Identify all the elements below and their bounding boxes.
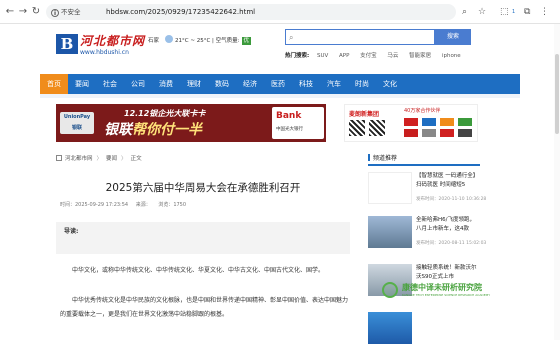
thumbnail <box>368 216 412 248</box>
search-input[interactable]: ⌕ <box>285 29 435 45</box>
forward-icon[interactable]: → <box>17 6 29 18</box>
hot-keyword[interactable]: 马云 <box>387 53 398 59</box>
nav-item[interactable]: 时尚 <box>348 74 376 94</box>
scrollbar-thumb[interactable] <box>555 54 559 134</box>
hot-keyword[interactable]: iphone <box>442 53 461 59</box>
breadcrumb-section[interactable]: 要闻 <box>106 156 117 162</box>
lead-box: 导读: <box>56 222 350 254</box>
qr-code-icon <box>369 120 385 136</box>
article-paragraph: 中华文化，或称中华传统文化、中华传统文化、华夏文化、中华古文化、中国古代文化、国… <box>72 267 325 274</box>
scrollbar[interactable] <box>554 24 560 340</box>
watermark-logo-icon <box>382 282 398 298</box>
browser-toolbar: ← → ↻ i 不安全 hbdsw.com/2025/0929/172354226… <box>0 0 560 24</box>
banner-headline: 12.12银企光大联卡卡 <box>124 109 206 118</box>
search-icon[interactable]: ⌕ <box>462 6 467 18</box>
article-title: 2025第六届中华周易大会在承德胜利召开 <box>105 182 301 194</box>
nav-item[interactable]: 汽车 <box>320 74 348 94</box>
breadcrumb-current: 正文 <box>130 156 142 162</box>
search-icon: ⌕ <box>289 33 294 42</box>
article-meta: 时间：2025-09-29 17:23:54 来源： 浏览：1750 <box>60 200 340 210</box>
partner-logo <box>440 118 454 126</box>
nav-item[interactable]: 经济 <box>236 74 264 94</box>
banner-slogan: 银联帮你付一半 <box>104 122 202 138</box>
nav-item[interactable]: 文化 <box>376 74 404 94</box>
hot-searches: 热门搜索: SUV APP 支付宝 马云 智能家居 iphone <box>285 53 461 59</box>
hot-keyword[interactable]: SUV <box>317 53 328 59</box>
puzzle-icon[interactable]: ⧉ <box>524 6 530 18</box>
weather-widget: 21°C ~ 25°C | 空气质量: 优 <box>165 35 255 47</box>
site-logo[interactable]: B 河北都市网 www.hbdushi.cn <box>56 32 146 60</box>
site-header: B 河北都市网 www.hbdushi.cn 石家 21°C ~ 25°C | … <box>0 24 560 74</box>
partner-logo <box>458 118 472 126</box>
article-paragraph: 中华优秀传统文化是中华民族的文化根脉，也是中国和世界传递中国精神、彰显中国价值、… <box>60 297 349 318</box>
air-quality-badge: 优 <box>241 37 252 45</box>
lead-label: 导读: <box>64 228 79 235</box>
weather-icon <box>165 35 173 43</box>
sidebar-item[interactable]: 【智慧就医 一码通行全】扫码就医 时间缩短5 发布时间：2020-11-10 1… <box>368 172 486 208</box>
breadcrumb-home[interactable]: 河北都市网 <box>65 156 93 162</box>
nav-item[interactable]: 医药 <box>264 74 292 94</box>
search-button[interactable]: 搜索 <box>435 29 471 45</box>
thumbnail <box>368 172 412 204</box>
nav-item[interactable]: 社会 <box>96 74 124 94</box>
unionpay-logo: UnionPay 银联 <box>60 112 94 134</box>
partners-headline: 40万家合作伙伴 <box>404 108 441 114</box>
home-icon <box>56 155 62 161</box>
sidebar-heading: 频道推荐 <box>368 154 480 166</box>
publish-time: 时间：2025-09-29 17:23:54 <box>60 202 129 208</box>
partner-logo <box>440 129 454 137</box>
extension-badge: 1 <box>512 9 516 15</box>
nav-item[interactable]: 科技 <box>292 74 320 94</box>
partner-logo <box>404 118 418 126</box>
back-icon[interactable]: ← <box>4 6 16 18</box>
nav-item[interactable]: 要闻 <box>68 74 96 94</box>
partners-ad[interactable]: 40万家合作伙伴 <box>398 104 478 142</box>
reload-icon[interactable]: ↻ <box>30 6 42 18</box>
hot-keyword[interactable]: 支付宝 <box>360 53 377 59</box>
view-count: 浏览：1750 <box>158 202 187 208</box>
extension-icon[interactable]: ⬚ <box>500 6 509 18</box>
url-text[interactable]: hbdsw.com/2025/0929/17235422642.html <box>106 7 255 17</box>
nav-item-home[interactable]: 首页 <box>40 74 68 94</box>
nav-item[interactable]: 公司 <box>124 74 152 94</box>
not-secure-indicator[interactable]: i 不安全 <box>51 7 81 17</box>
partner-logo <box>422 118 436 126</box>
menu-icon[interactable]: ⋮ <box>540 6 549 18</box>
nav-divider <box>40 94 520 98</box>
unionpay-banner-ad[interactable]: UnionPay 银联 12.12银企光大联卡卡 银联帮你付一半 Bank 中国光… <box>56 104 326 142</box>
source: 来源： <box>135 202 151 208</box>
hot-keyword[interactable]: APP <box>339 53 349 59</box>
info-icon: i <box>51 9 59 17</box>
logo-mark: B <box>56 34 78 54</box>
star-icon[interactable]: ☆ <box>478 6 486 18</box>
nav-item[interactable]: 理财 <box>180 74 208 94</box>
sidebar-item[interactable]: 全新哈弗H6/飞度领跑，八月上市新车，这4款 发布时间：2020-08-11 1… <box>368 216 486 252</box>
ad-brand: 麦朗新集团 <box>349 111 380 118</box>
sidebar-item[interactable] <box>368 312 480 348</box>
logo-text: 河北都市网 <box>80 34 146 48</box>
partner-logo <box>422 129 436 137</box>
address-bar[interactable]: i 不安全 hbdsw.com/2025/0929/17235422642.htm… <box>46 4 456 20</box>
nav-item[interactable]: 数码 <box>208 74 236 94</box>
thumbnail <box>368 312 412 344</box>
city-label: 石家 <box>148 38 160 44</box>
nav-item[interactable]: 消费 <box>152 74 180 94</box>
main-nav: 首页 要闻 社会 公司 消费 理财 数码 经济 医药 科技 汽车 时尚 文化 <box>40 74 520 94</box>
partner-logo <box>404 129 418 137</box>
hot-keyword[interactable]: 智能家居 <box>409 53 431 59</box>
watermark: 康德中译未研析研究院 KANGDE TECH ENTERPRISE SCIENC… <box>382 282 532 300</box>
partner-logo <box>458 129 472 137</box>
breadcrumb: 河北都市网〉要闻〉正文 <box>56 154 350 164</box>
logo-url: www.hbdushi.cn <box>80 49 129 56</box>
bank-logo: Bank 中国光大银行 <box>272 107 324 139</box>
qr-code-icon <box>349 120 365 136</box>
